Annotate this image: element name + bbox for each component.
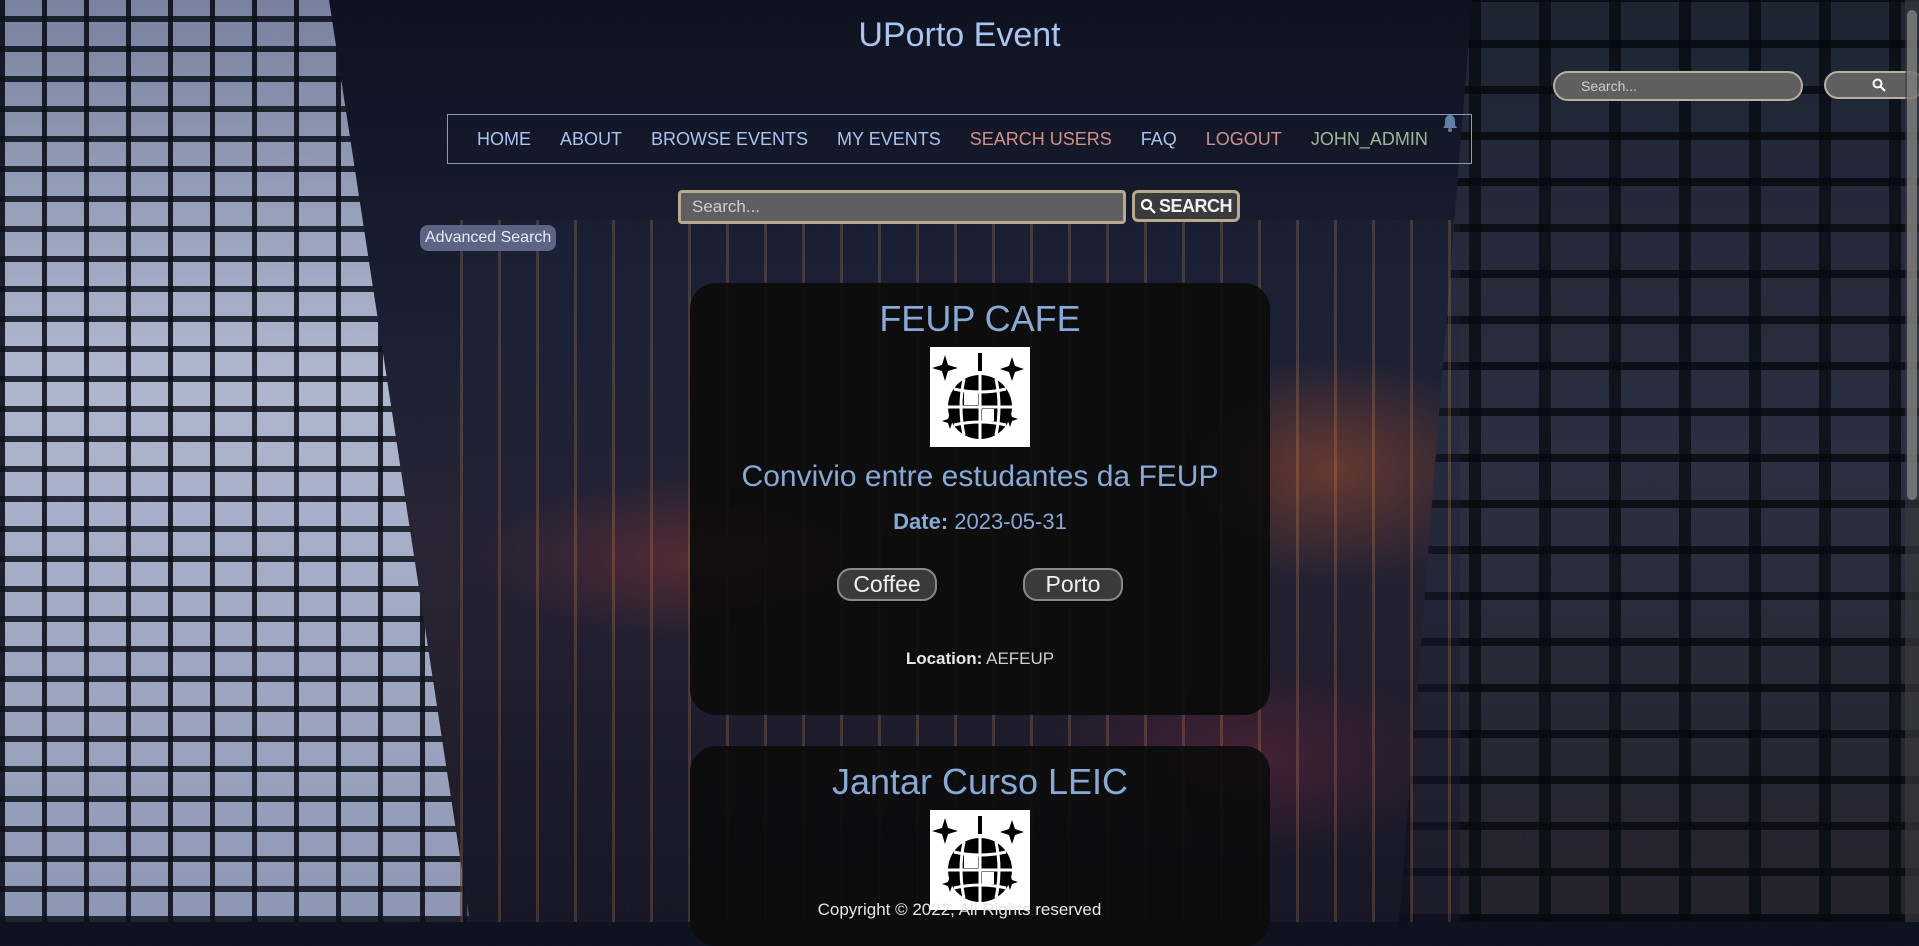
nav-my-events[interactable]: MY EVENTS: [837, 129, 941, 150]
disco-ball-icon: [930, 347, 1030, 447]
header-search-input[interactable]: [1579, 77, 1783, 95]
main-search-input[interactable]: [690, 196, 1114, 218]
advanced-search-button[interactable]: Advanced Search: [420, 225, 557, 251]
event-location: Location: AEFEUP: [690, 649, 1270, 669]
disco-ball-icon: [930, 810, 1030, 910]
event-date-label: Date:: [893, 509, 949, 534]
nav-faq[interactable]: FAQ: [1141, 129, 1177, 150]
event-location-value: AEFEUP: [986, 649, 1055, 668]
event-card[interactable]: FEUP CAFE Convivio entre estudantes da F…: [690, 283, 1270, 715]
scrollbar-thumb[interactable]: [1907, 10, 1917, 500]
event-tag[interactable]: Porto: [1023, 568, 1123, 601]
header-search-field[interactable]: [1553, 71, 1803, 101]
nav-search-users[interactable]: SEARCH USERS: [970, 129, 1112, 150]
search-icon: [1140, 198, 1156, 214]
footer-copyright: Copyright © 2022, All Rights reserved: [817, 900, 1102, 919]
main-search-button-label: SEARCH: [1158, 195, 1233, 216]
site-title: UPorto Event: [858, 16, 1061, 54]
event-tags: Coffee Porto: [690, 568, 1270, 601]
nav-about[interactable]: ABOUT: [560, 129, 622, 150]
nav-user-profile[interactable]: JOHN_ADMIN: [1311, 129, 1428, 150]
background-building-left: [0, 0, 470, 922]
event-title[interactable]: FEUP CAFE: [690, 299, 1270, 339]
background-building-right: [1399, 0, 1919, 922]
nav-home[interactable]: HOME: [477, 129, 531, 150]
event-title[interactable]: Jantar Curso LEIC: [690, 762, 1270, 802]
event-tag[interactable]: Coffee: [837, 568, 937, 601]
nav-logout[interactable]: LOGOUT: [1206, 129, 1282, 150]
bell-icon[interactable]: [1442, 114, 1458, 137]
event-date: Date: 2023-05-31: [690, 509, 1270, 535]
event-description: Convivio entre estudantes da FEUP: [741, 460, 1219, 493]
page-scrollbar[interactable]: [1905, 0, 1919, 922]
event-date-value: 2023-05-31: [954, 509, 1067, 534]
main-navbar: HOME ABOUT BROWSE EVENTS MY EVENTS SEARC…: [447, 114, 1472, 164]
nav-browse-events[interactable]: BROWSE EVENTS: [651, 129, 808, 150]
main-search-button[interactable]: SEARCH: [1132, 190, 1240, 222]
main-search-field[interactable]: [678, 190, 1126, 224]
event-location-label: Location:: [905, 649, 983, 668]
search-icon: [1872, 78, 1886, 92]
